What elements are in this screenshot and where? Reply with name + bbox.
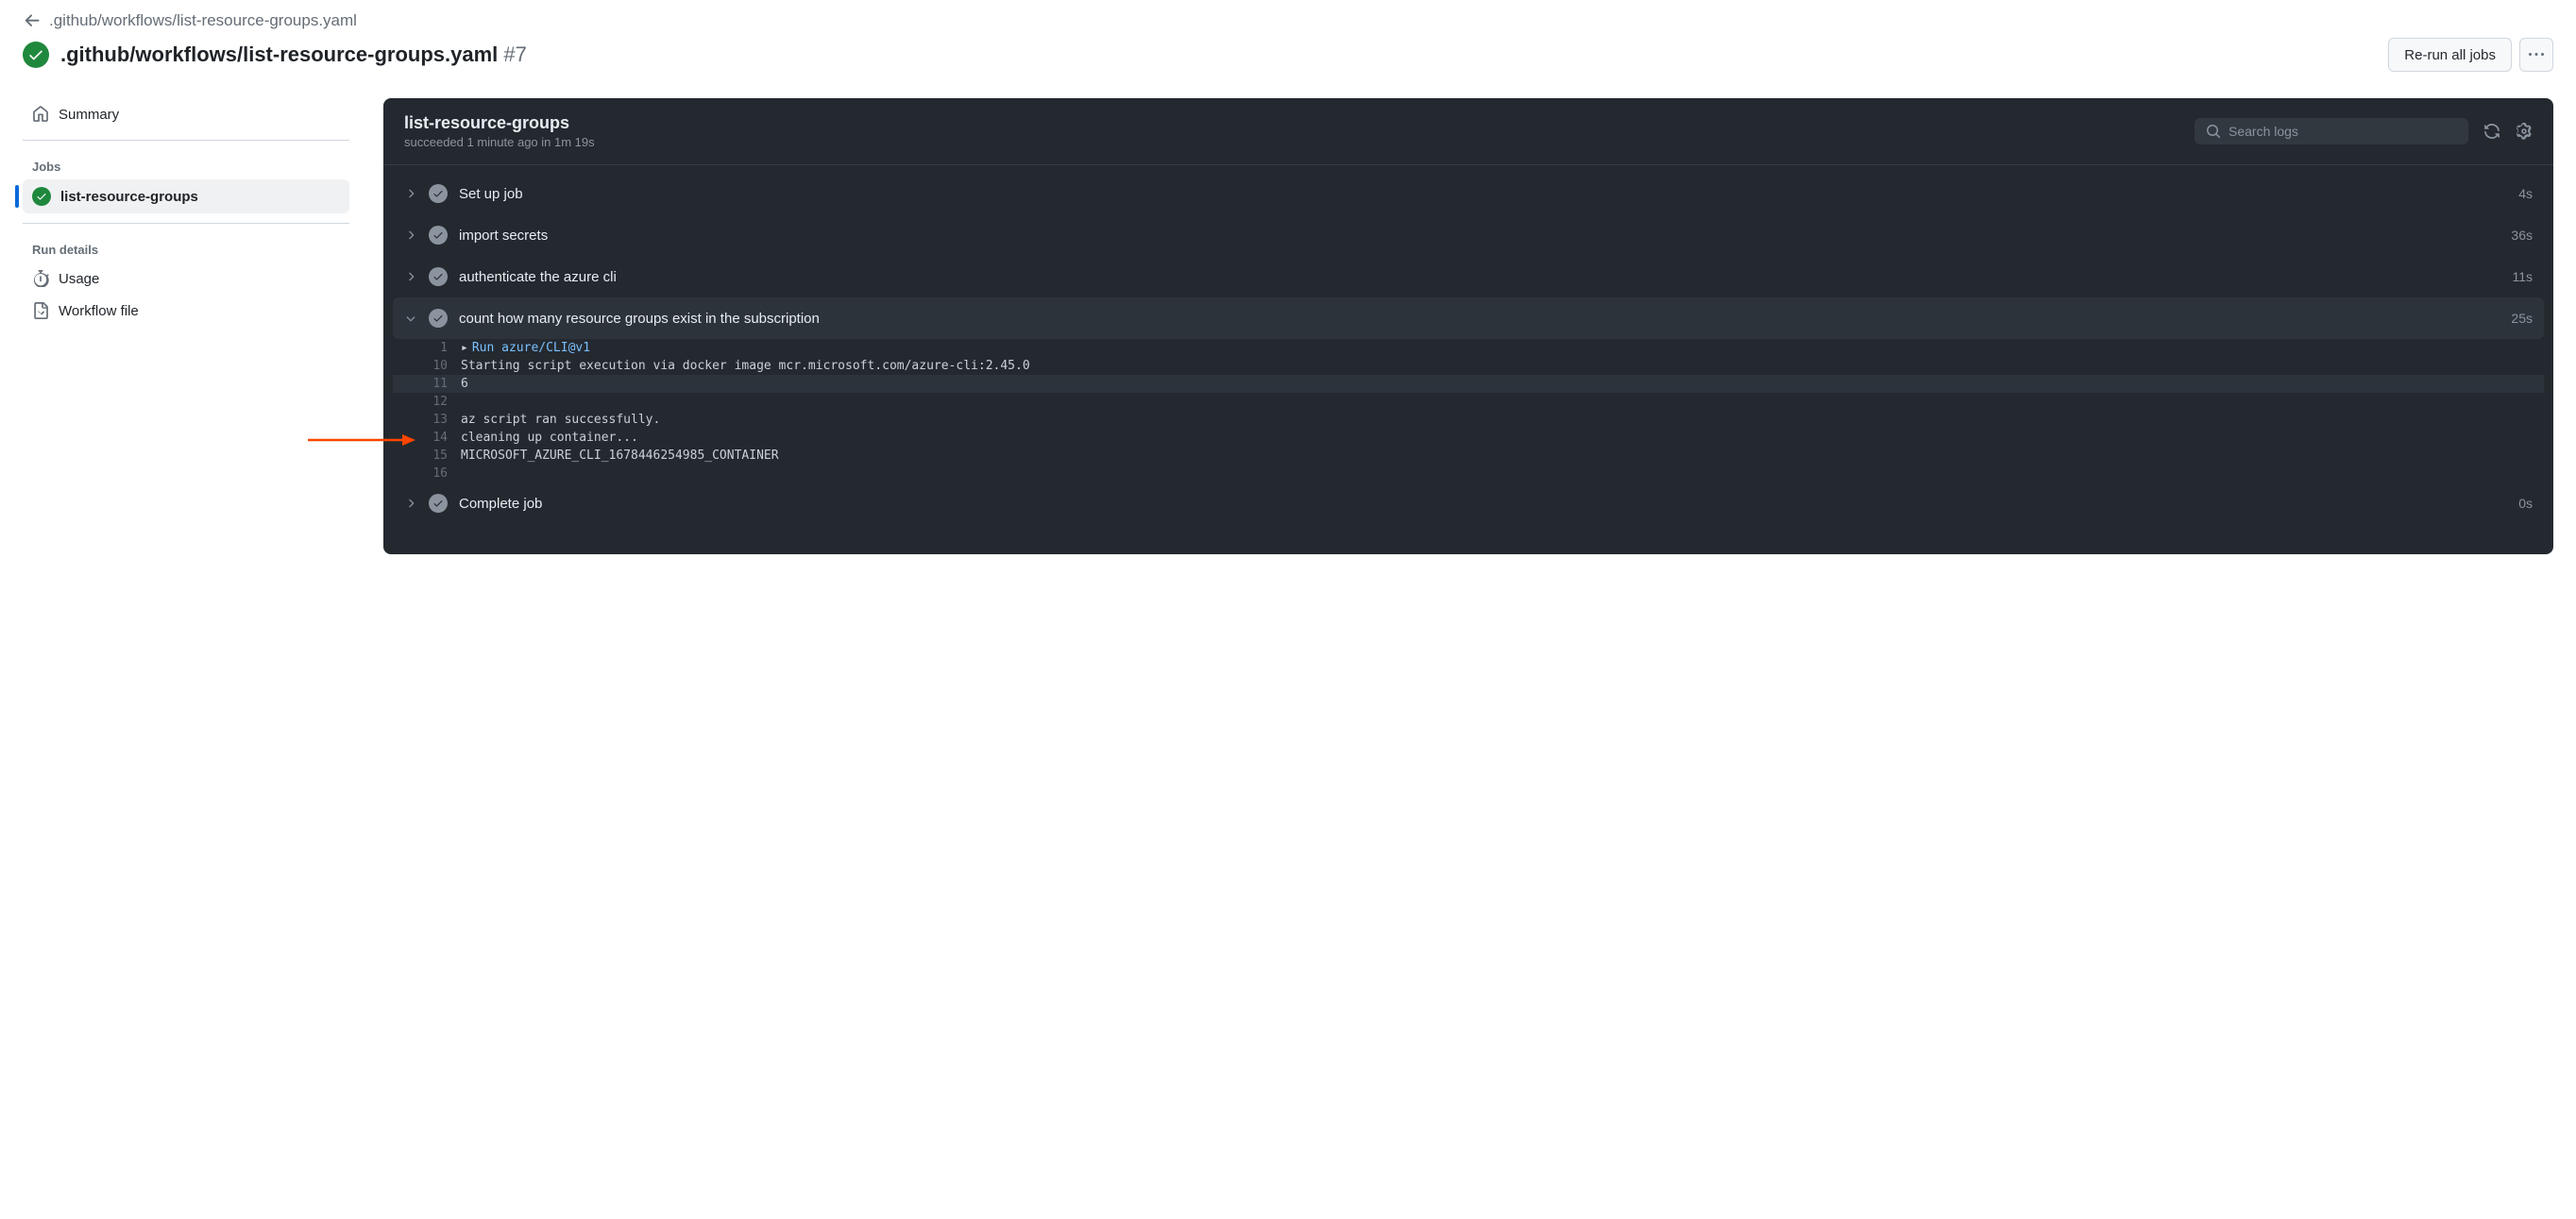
sidebar-item-workflow-file[interactable]: Workflow file bbox=[23, 295, 349, 327]
log-line[interactable]: 15MICROSOFT_AZURE_CLI_1678446254985_CONT… bbox=[393, 447, 2544, 465]
gear-icon[interactable] bbox=[2516, 123, 2533, 140]
divider bbox=[23, 140, 349, 141]
sidebar-item-summary[interactable]: Summary bbox=[23, 98, 349, 130]
line-number: 16 bbox=[427, 466, 461, 481]
line-content: 6 bbox=[461, 377, 2544, 391]
line-content bbox=[461, 395, 2544, 409]
main-content: list-resource-groups succeeded 1 minute … bbox=[383, 98, 2576, 554]
back-arrow-icon[interactable] bbox=[23, 11, 42, 30]
log-line[interactable]: 1▸Run azure/CLI@v1 bbox=[393, 339, 2544, 357]
step-duration: 11s bbox=[2512, 269, 2533, 284]
status-success-icon bbox=[429, 267, 448, 286]
job-header: list-resource-groups succeeded 1 minute … bbox=[383, 98, 2553, 165]
job-title: list-resource-groups bbox=[404, 113, 2195, 133]
status-success-icon bbox=[429, 309, 448, 328]
line-number: 14 bbox=[427, 431, 461, 445]
search-logs-input-wrap[interactable] bbox=[2195, 118, 2468, 144]
sidebar-item-job[interactable]: list-resource-groups bbox=[23, 179, 349, 213]
step-duration: 0s bbox=[2518, 496, 2533, 511]
sidebar-item-label: Summary bbox=[59, 107, 119, 123]
step-duration: 25s bbox=[2511, 311, 2533, 326]
breadcrumb-text[interactable]: .github/workflows/list-resource-groups.y… bbox=[49, 11, 357, 30]
log-line[interactable]: 13az script ran successfully. bbox=[393, 411, 2544, 429]
search-logs-input[interactable] bbox=[2229, 124, 2457, 139]
step-list: Set up job 4s import secrets 36s authenticat… bbox=[383, 165, 2553, 554]
step-row[interactable]: Complete job 0s bbox=[383, 483, 2553, 524]
line-number: 15 bbox=[427, 449, 461, 463]
kebab-menu-button[interactable] bbox=[2519, 38, 2553, 72]
kebab-icon bbox=[2529, 47, 2544, 62]
file-symlink-icon bbox=[32, 302, 49, 319]
workflow-name: .github/workflows/list-resource-groups.y… bbox=[60, 42, 498, 66]
step-row[interactable]: import secrets 36s bbox=[383, 214, 2553, 256]
run-number: #7 bbox=[503, 42, 526, 66]
rerun-all-jobs-button[interactable]: Re-run all jobs bbox=[2388, 38, 2512, 72]
sidebar-item-label: Usage bbox=[59, 271, 99, 287]
log-line[interactable]: 10Starting script execution via docker i… bbox=[393, 357, 2544, 375]
sync-icon[interactable] bbox=[2483, 123, 2500, 140]
log-line[interactable]: 14cleaning up container... bbox=[393, 429, 2544, 447]
sidebar: Summary Jobs list-resource-groups Run de… bbox=[11, 98, 361, 554]
step-name: Complete job bbox=[459, 496, 2507, 512]
step-duration: 36s bbox=[2511, 228, 2533, 243]
sidebar-item-label: list-resource-groups bbox=[60, 189, 198, 205]
status-success-icon bbox=[429, 184, 448, 203]
log-line[interactable]: 16 bbox=[393, 465, 2544, 483]
log-line[interactable]: 12 bbox=[393, 393, 2544, 411]
status-success-icon bbox=[429, 494, 448, 513]
log-line[interactable]: 116 bbox=[393, 375, 2544, 393]
step-name: count how many resource groups exist in … bbox=[459, 311, 2500, 327]
line-content: MICROSOFT_AZURE_CLI_1678446254985_CONTAI… bbox=[461, 449, 2544, 463]
home-icon bbox=[32, 106, 49, 123]
step-name: Set up job bbox=[459, 186, 2507, 202]
line-content: cleaning up container... bbox=[461, 431, 2544, 445]
chevron-right-icon bbox=[404, 229, 417, 242]
job-subtitle: succeeded 1 minute ago in 1m 19s bbox=[404, 135, 2195, 149]
line-number: 13 bbox=[427, 413, 461, 427]
step-row[interactable]: authenticate the azure cli 11s bbox=[383, 256, 2553, 297]
stopwatch-icon bbox=[32, 270, 49, 287]
line-number: 11 bbox=[427, 377, 461, 391]
log-block: 1▸Run azure/CLI@v110Starting script exec… bbox=[393, 339, 2544, 483]
line-number: 12 bbox=[427, 395, 461, 409]
page-title: .github/workflows/list-resource-groups.y… bbox=[60, 42, 527, 67]
sidebar-section-jobs: Jobs bbox=[23, 150, 349, 179]
status-success-icon bbox=[23, 42, 49, 68]
chevron-right-icon bbox=[404, 497, 417, 510]
status-success-icon bbox=[429, 226, 448, 245]
step-duration: 4s bbox=[2518, 186, 2533, 201]
search-icon bbox=[2206, 124, 2221, 139]
step-row[interactable]: Set up job 4s bbox=[383, 173, 2553, 214]
step-name: authenticate the azure cli bbox=[459, 269, 2500, 285]
line-content: ▸Run azure/CLI@v1 bbox=[461, 341, 2544, 355]
chevron-right-icon bbox=[404, 187, 417, 200]
sidebar-item-label: Workflow file bbox=[59, 303, 139, 319]
status-success-icon bbox=[32, 187, 51, 206]
chevron-down-icon bbox=[404, 312, 417, 325]
divider bbox=[23, 223, 349, 224]
line-number: 10 bbox=[427, 359, 461, 373]
title-row: .github/workflows/list-resource-groups.y… bbox=[0, 38, 2576, 72]
breadcrumb-row: .github/workflows/list-resource-groups.y… bbox=[0, 11, 2576, 30]
sidebar-item-usage[interactable]: Usage bbox=[23, 262, 349, 295]
line-content: az script ran successfully. bbox=[461, 413, 2544, 427]
chevron-right-icon bbox=[404, 270, 417, 283]
sidebar-section-run-details: Run details bbox=[23, 233, 349, 262]
step-name: import secrets bbox=[459, 228, 2500, 244]
line-content: Starting script execution via docker ima… bbox=[461, 359, 2544, 373]
step-row[interactable]: count how many resource groups exist in … bbox=[393, 297, 2544, 339]
job-panel: list-resource-groups succeeded 1 minute … bbox=[383, 98, 2553, 554]
line-content bbox=[461, 466, 2544, 481]
line-number: 1 bbox=[427, 341, 461, 355]
